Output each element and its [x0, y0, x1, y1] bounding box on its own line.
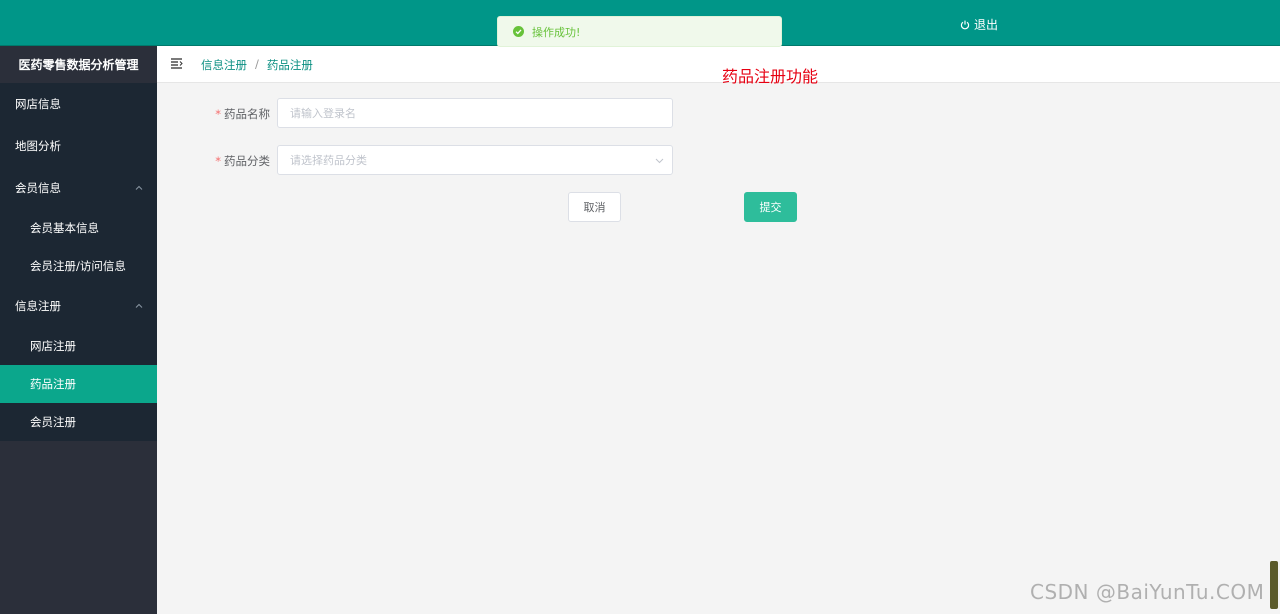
sidebar-subitem-label: 会员注册/访问信息 [30, 259, 126, 273]
sidebar-item-label: 网店信息 [15, 97, 61, 111]
chevron-down-icon [655, 158, 664, 164]
required-mark: * [215, 107, 221, 121]
chevron-up-icon [135, 303, 143, 308]
sidebar-subitem-member-register[interactable]: 会员注册 [0, 403, 157, 441]
breadcrumb-item[interactable]: 信息注册 [201, 57, 247, 73]
required-mark: * [215, 154, 221, 168]
drug-name-label-text: 药品名称 [224, 107, 270, 121]
breadcrumb-item-current: 药品注册 [266, 58, 313, 72]
menu-toggle-icon[interactable] [170, 57, 183, 70]
scrollbar-thumb[interactable] [1270, 561, 1278, 609]
sidebar-subitem-label: 药品注册 [30, 377, 76, 391]
logout-label: 退出 [974, 18, 999, 32]
sidebar-item-label: 会员信息 [15, 181, 61, 195]
breadcrumb: 信息注册 / 药品注册 [201, 57, 313, 73]
drug-category-select[interactable]: 请选择药品分类 [277, 145, 673, 175]
toast-message: 操作成功! [532, 25, 581, 39]
sidebar-item-info-register[interactable]: 信息注册 [0, 285, 157, 327]
drug-category-label: * 药品分类 [180, 153, 270, 169]
chevron-up-icon [135, 185, 143, 190]
cancel-button[interactable]: 取消 [568, 192, 621, 222]
drug-name-input[interactable]: 请输入登录名 [277, 98, 673, 128]
breadcrumb-bar: 信息注册 / 药品注册 [157, 46, 1280, 83]
sidebar-subitem-member-basic[interactable]: 会员基本信息 [0, 209, 157, 247]
sidebar-subitem-drug-register[interactable]: 药品注册 [0, 365, 157, 403]
sidebar-menu: 网店信息 地图分析 会员信息 会员基本信息 会员注册/访问信息 信息注册 网店注… [0, 83, 157, 441]
logout-button[interactable]: 退出 [960, 16, 998, 33]
sidebar-item-shop-info[interactable]: 网店信息 [0, 83, 157, 125]
drug-name-label: * 药品名称 [180, 106, 270, 122]
submit-button[interactable]: 提交 [744, 192, 797, 222]
page-annotation: 药品注册功能 [722, 67, 819, 86]
sidebar-item-member-info[interactable]: 会员信息 [0, 167, 157, 209]
sidebar-subitem-label: 会员注册 [30, 415, 76, 429]
sidebar-item-label: 信息注册 [15, 299, 61, 313]
drug-category-label-text: 药品分类 [224, 154, 270, 168]
watermark: CSDN @BaiYunTu.COM [1030, 580, 1265, 604]
drug-category-placeholder: 请选择药品分类 [290, 154, 367, 167]
sidebar-subitem-label: 会员基本信息 [30, 221, 99, 235]
sidebar-subitem-member-visit[interactable]: 会员注册/访问信息 [0, 247, 157, 285]
breadcrumb-separator: / [255, 57, 259, 71]
sidebar: 医药零售数据分析管理 网店信息 地图分析 会员信息 会员基本信息 会员注册/访问… [0, 46, 157, 614]
drug-name-placeholder: 请输入登录名 [290, 107, 356, 120]
sidebar-subitem-shop-register[interactable]: 网店注册 [0, 327, 157, 365]
sidebar-item-label: 地图分析 [15, 139, 61, 153]
app-title: 医药零售数据分析管理 [0, 46, 157, 83]
sidebar-item-map-analysis[interactable]: 地图分析 [0, 125, 157, 167]
check-circle-icon [513, 26, 524, 37]
power-icon [960, 20, 970, 29]
success-toast: 操作成功! [497, 16, 782, 47]
sidebar-subitem-label: 网店注册 [30, 339, 76, 353]
